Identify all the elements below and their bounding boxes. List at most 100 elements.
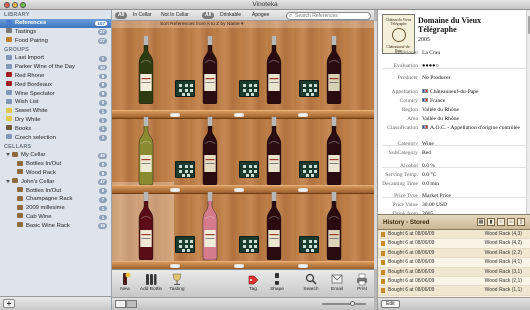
shelf-knob <box>298 263 308 268</box>
zoom-window-icon[interactable] <box>20 2 26 8</box>
wine-bottle[interactable] <box>326 191 342 262</box>
library-item-label: Tastings <box>15 28 37 35</box>
toolbar-new-button[interactable]: New <box>112 272 138 296</box>
cellar-item[interactable]: Bottles In/Out 0 <box>0 160 111 169</box>
wine-bottle[interactable] <box>266 116 282 187</box>
wine-bottle[interactable] <box>266 191 282 262</box>
rack-view-button[interactable] <box>126 300 137 308</box>
history-bottle-out-icon[interactable]: ▯ <box>517 218 525 226</box>
history-row[interactable]: Bought 6 at 08/06/09 Wood Rack (4,1) <box>378 258 530 268</box>
history-row[interactable]: Bought 6 at 08/06/09 Wood Rack (2,1) <box>378 277 530 287</box>
add-group-button[interactable]: + <box>3 299 15 308</box>
group-item[interactable]: Sweet White 1 <box>0 107 111 116</box>
disclosure-triangle-icon[interactable] <box>6 179 10 183</box>
detail-separator <box>382 68 527 69</box>
detail-row: Category Wine <box>378 140 528 148</box>
cellar-item[interactable]: 2009 millesime 1 <box>0 204 111 213</box>
group-item[interactable]: Dry White 1 <box>0 116 111 125</box>
toolbar-add-bottle-button[interactable]: Add Bottle <box>138 272 164 296</box>
group-item[interactable]: Books 1 <box>0 125 111 134</box>
history-row[interactable]: Bought 6 at 08/06/09 Wood Rack (3,1) <box>378 267 530 277</box>
wine-bottle[interactable] <box>202 116 218 187</box>
wine-bottle[interactable] <box>202 191 218 262</box>
history-grid-icon[interactable]: ▦ <box>477 218 485 226</box>
cellar-item[interactable]: Cab Wine 1 <box>0 213 111 222</box>
filter-in-cellar[interactable]: In Cellar <box>130 12 155 19</box>
toolbar-tag-button[interactable]: Tag <box>240 272 266 296</box>
toolbar-print-button[interactable]: Print <box>349 272 375 296</box>
group-item[interactable]: Wish List 0 <box>0 98 111 107</box>
group-item-icon <box>6 125 12 131</box>
cellar-item[interactable]: My Cellar 45 <box>0 151 111 160</box>
rack-tag-icon[interactable] <box>239 80 259 97</box>
wine-bottle[interactable] <box>138 191 154 262</box>
library-item[interactable]: Tastings 27 <box>0 28 111 37</box>
wine-bottle[interactable] <box>138 35 154 106</box>
cellar-item[interactable]: John's Cellar 47 <box>0 178 111 187</box>
toolbar-shape-button[interactable]: Shape <box>264 272 290 296</box>
rack-tag-icon[interactable] <box>239 161 259 178</box>
minimize-window-icon[interactable] <box>12 2 18 8</box>
filter-all-cellar[interactable]: All <box>115 12 128 19</box>
filter-not-in-cellar[interactable]: Not In Cellar <box>158 12 192 19</box>
rack-tag-icon[interactable] <box>299 161 319 178</box>
rack-tag-icon[interactable] <box>175 236 195 253</box>
history-food-icon[interactable]: ♨ <box>507 218 515 226</box>
group-item[interactable]: Czech selection 2 <box>0 134 111 143</box>
history-row[interactable]: Bought 6 at 08/06/09 Wood Rack (1,1) <box>378 286 530 296</box>
history-row[interactable]: Bought 6 at 08/06/09 Wood Rack (4,3) <box>378 230 530 240</box>
group-item[interactable]: Parker Wine of the Day 10 <box>0 63 111 72</box>
zoom-slider[interactable] <box>322 301 366 306</box>
disclosure-triangle-icon[interactable] <box>6 153 10 157</box>
detail-scrollbar[interactable] <box>526 10 530 214</box>
group-item[interactable]: Red Rhone 8 <box>0 72 111 81</box>
cellar-item[interactable]: Wood Rack 8 <box>0 169 111 178</box>
history-row[interactable]: Bought 6 at 08/06/09 Wood Rack (4,2) <box>378 239 530 249</box>
search-input[interactable] <box>295 12 369 20</box>
wine-bottle[interactable] <box>326 35 342 106</box>
bottle-in-icon <box>381 241 385 247</box>
cellar-item[interactable]: Bottles In/Out 0 <box>0 187 111 196</box>
rack-tag-icon[interactable] <box>299 80 319 97</box>
filter-all-drink[interactable]: All <box>202 12 215 19</box>
history-bottle-icon[interactable]: ▮ <box>487 218 495 226</box>
cellar-item[interactable]: Basic Wine Rack 19 <box>0 222 111 231</box>
detail-row-value: Vallée du Rhône <box>422 115 459 123</box>
shelf-knob <box>234 112 244 117</box>
zoom-slider-thumb[interactable] <box>350 301 355 306</box>
history-row[interactable]: Bought 6 at 08/06/09 Wood Rack (2,2) <box>378 248 530 259</box>
wine-rack-view[interactable]: Sort References from A to Z by Name ▾ <box>112 21 374 269</box>
toolbar-tasting-button[interactable]: Tasting <box>164 272 190 296</box>
wine-bottle[interactable] <box>138 116 154 187</box>
group-item-icon <box>6 54 12 60</box>
toolbar-search-button[interactable]: Search <box>298 272 324 296</box>
filter-apogee[interactable]: Apogee <box>249 12 272 19</box>
library-item[interactable]: References 107 <box>0 19 111 28</box>
toolbar-email-button[interactable]: Email <box>324 272 350 296</box>
sort-bar[interactable]: Sort References from A to Z by Name ▾ <box>112 21 374 28</box>
wine-bottle[interactable] <box>266 35 282 106</box>
rack-tag-icon[interactable] <box>299 236 319 253</box>
shelf-knob <box>234 263 244 268</box>
status-bar <box>112 297 374 310</box>
rack-tag-icon[interactable] <box>175 80 195 97</box>
history-glass-icon[interactable]: ♁ <box>497 218 505 226</box>
library-item[interactable]: Food Pairing 27 <box>0 37 111 46</box>
wine-bottle[interactable] <box>202 35 218 106</box>
group-item[interactable]: Wine Spectator 8 <box>0 90 111 99</box>
cellar-item[interactable]: Champagne Rack 7 <box>0 195 111 204</box>
cellar-item-count: 1 <box>99 205 107 212</box>
search-field[interactable]: ⌕ <box>286 11 371 20</box>
close-window-icon[interactable] <box>4 2 10 8</box>
group-item[interactable]: Last Import 1 <box>0 54 111 63</box>
wine-bottle[interactable] <box>326 116 342 187</box>
group-item[interactable]: Red Bordeaux 8 <box>0 81 111 90</box>
sort-label[interactable]: Sort References from A to Z by Name ▾ <box>160 21 243 28</box>
list-view-button[interactable] <box>115 300 126 308</box>
rack-tag-icon[interactable] <box>239 236 259 253</box>
rack-tag-icon[interactable] <box>175 161 195 178</box>
filter-drinkable[interactable]: Drinkable <box>217 12 244 19</box>
edit-button[interactable]: Edit <box>381 300 400 308</box>
cellar-item-label: Bottles In/Out <box>26 187 62 194</box>
detail-row-value-text: 0.0 °C <box>422 172 437 178</box>
